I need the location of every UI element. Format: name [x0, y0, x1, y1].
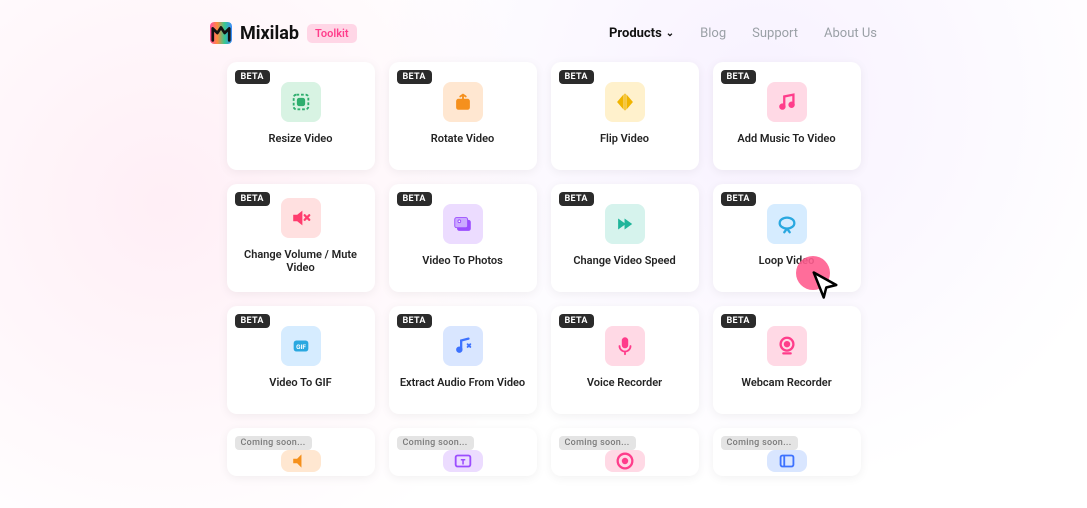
card-title: Change Video Speed	[573, 254, 675, 267]
card-coming-soon: Coming soon...	[713, 428, 861, 476]
card-extract-audio[interactable]: BETA Extract Audio From Video	[389, 306, 537, 414]
beta-badge: BETA	[559, 192, 594, 206]
chevron-down-icon: ⌄	[666, 28, 674, 39]
beta-badge: BETA	[397, 70, 432, 84]
coming-soon-icon	[281, 450, 321, 472]
beta-badge: BETA	[559, 70, 594, 84]
beta-badge: BETA	[397, 314, 432, 328]
soon-badge: Coming soon...	[397, 436, 474, 450]
nav: Products ⌄ Blog Support About Us	[609, 26, 877, 41]
brand[interactable]: Mixilab Toolkit	[210, 22, 357, 44]
beta-badge: BETA	[559, 314, 594, 328]
card-title: Loop Video	[759, 254, 815, 267]
resize-icon	[281, 82, 321, 122]
coming-soon-icon: T	[443, 450, 483, 472]
card-title: Extract Audio From Video	[400, 376, 525, 389]
flip-icon	[605, 82, 645, 122]
card-video-to-photos[interactable]: BETA Video To Photos	[389, 184, 537, 292]
card-title: Video To GIF	[269, 376, 331, 389]
rotate-icon	[443, 82, 483, 122]
beta-badge: BETA	[721, 70, 756, 84]
tools-grid-wrap: BETA Resize Video BETA Rotate Video BETA…	[0, 62, 1087, 476]
beta-badge: BETA	[235, 70, 270, 84]
card-change-speed[interactable]: BETA Change Video Speed	[551, 184, 699, 292]
card-title: Flip Video	[600, 132, 649, 145]
card-rotate-video[interactable]: BETA Rotate Video	[389, 62, 537, 170]
card-title: Voice Recorder	[587, 376, 662, 389]
svg-text:GIF: GIF	[296, 343, 306, 351]
webcam-icon	[767, 326, 807, 366]
tools-grid: BETA Resize Video BETA Rotate Video BETA…	[230, 62, 857, 476]
card-video-to-gif[interactable]: BETA GIF Video To GIF	[227, 306, 375, 414]
soon-badge: Coming soon...	[559, 436, 636, 450]
extract-audio-icon	[443, 326, 483, 366]
card-loop-video[interactable]: BETA Loop Video	[713, 184, 861, 292]
nav-products[interactable]: Products ⌄	[609, 26, 674, 41]
toolkit-badge: Toolkit	[307, 24, 357, 43]
photos-icon	[443, 204, 483, 244]
soon-badge: Coming soon...	[721, 436, 798, 450]
card-voice-recorder[interactable]: BETA Voice Recorder	[551, 306, 699, 414]
header: Mixilab Toolkit Products ⌄ Blog Support …	[0, 0, 1087, 62]
nav-support[interactable]: Support	[752, 26, 798, 41]
mic-icon	[605, 326, 645, 366]
card-title: Webcam Recorder	[741, 376, 831, 389]
beta-badge: BETA	[721, 192, 756, 206]
music-icon	[767, 82, 807, 122]
beta-badge: BETA	[397, 192, 432, 206]
nav-about[interactable]: About Us	[824, 26, 877, 41]
brand-name: Mixilab	[240, 23, 299, 44]
card-coming-soon: Coming soon...	[551, 428, 699, 476]
card-title: Add Music To Video	[737, 132, 835, 145]
mute-icon	[281, 198, 321, 238]
loop-icon	[767, 204, 807, 244]
card-resize-video[interactable]: BETA Resize Video	[227, 62, 375, 170]
card-title: Rotate Video	[431, 132, 495, 145]
card-coming-soon: Coming soon...	[227, 428, 375, 476]
gif-icon: GIF	[281, 326, 321, 366]
card-flip-video[interactable]: BETA Flip Video	[551, 62, 699, 170]
card-title: Change Volume / Mute Video	[235, 248, 367, 274]
speed-icon	[605, 204, 645, 244]
nav-blog[interactable]: Blog	[700, 26, 726, 41]
card-add-music[interactable]: BETA Add Music To Video	[713, 62, 861, 170]
beta-badge: BETA	[721, 314, 756, 328]
card-title: Resize Video	[269, 132, 333, 145]
coming-soon-icon	[767, 450, 807, 472]
coming-soon-icon	[605, 450, 645, 472]
card-coming-soon: Coming soon... T	[389, 428, 537, 476]
card-change-volume[interactable]: BETA Change Volume / Mute Video	[227, 184, 375, 292]
nav-products-label: Products	[609, 26, 662, 41]
card-webcam-recorder[interactable]: BETA Webcam Recorder	[713, 306, 861, 414]
beta-badge: BETA	[235, 314, 270, 328]
beta-badge: BETA	[235, 192, 270, 206]
card-title: Video To Photos	[422, 254, 503, 267]
logo-icon	[210, 22, 232, 44]
svg-text:T: T	[461, 458, 465, 466]
soon-badge: Coming soon...	[235, 436, 312, 450]
